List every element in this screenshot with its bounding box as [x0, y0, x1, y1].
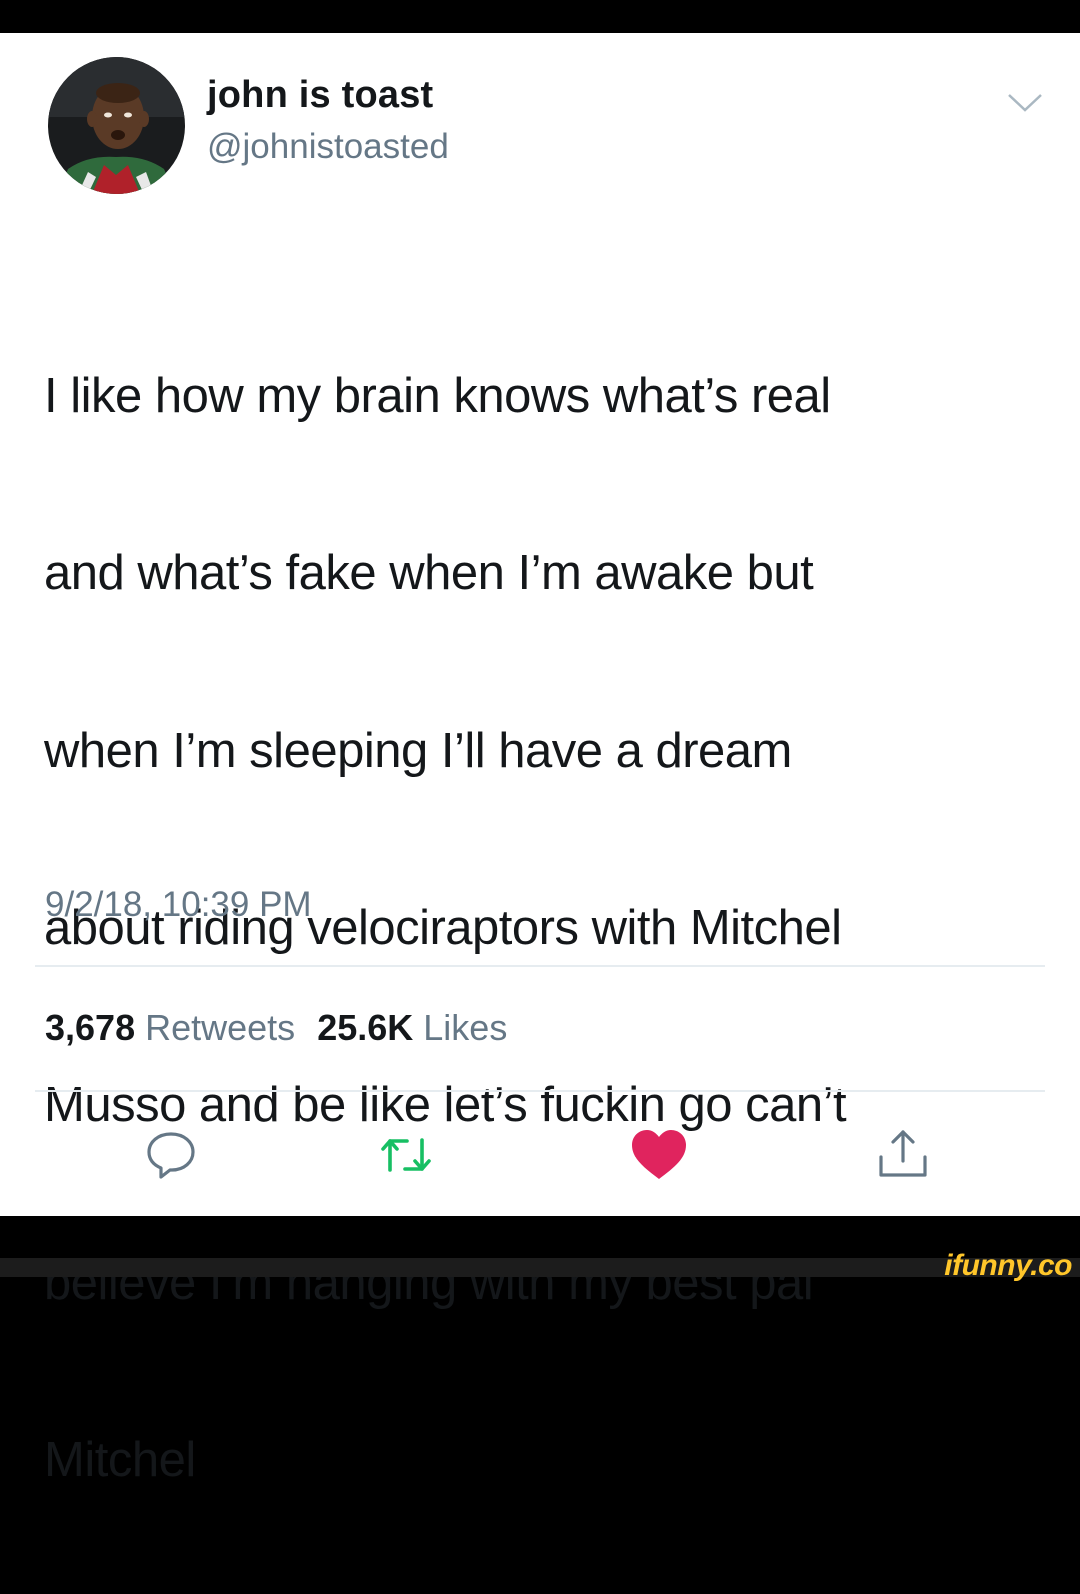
likes-stat[interactable]: 25.6K Likes — [317, 1007, 507, 1048]
likes-count: 25.6K — [317, 1007, 414, 1048]
retweets-count: 3,678 — [45, 1007, 136, 1048]
chevron-down-icon[interactable] — [1005, 90, 1045, 116]
retweet-icon[interactable] — [376, 1125, 436, 1185]
reply-icon[interactable] — [141, 1125, 201, 1185]
tweet-line: I like how my brain knows what’s real — [44, 368, 831, 423]
tweet-line: Mitchel — [44, 1433, 196, 1488]
divider — [35, 965, 1045, 967]
tweet-text: I like how my brain knows what’s real an… — [44, 263, 1054, 1594]
tweet-line: when I’m sleeping I’ll have a dream — [44, 723, 792, 778]
share-icon[interactable] — [873, 1125, 933, 1185]
timestamp[interactable]: 9/2/18, 10:39 PM — [45, 885, 312, 925]
retweets-stat[interactable]: 3,678 Retweets — [45, 1007, 295, 1048]
likes-label: Likes — [423, 1007, 508, 1048]
divider — [35, 1090, 1045, 1092]
display-name[interactable]: john is toast — [207, 74, 433, 117]
tweet-line: and what’s fake when I’m awake but — [44, 546, 814, 601]
retweets-label: Retweets — [145, 1007, 296, 1048]
top-black-bar — [0, 0, 1080, 33]
profile-photo-icon — [48, 57, 185, 194]
engagement-stats: 3,678 Retweets 25.6K Likes — [45, 1007, 507, 1049]
watermark-logo: ifunny.co — [944, 1249, 1072, 1282]
user-handle[interactable]: @johnistoasted — [207, 127, 449, 167]
heart-icon[interactable] — [629, 1125, 689, 1185]
avatar[interactable] — [48, 57, 185, 194]
watermark-strip — [0, 1258, 1080, 1277]
